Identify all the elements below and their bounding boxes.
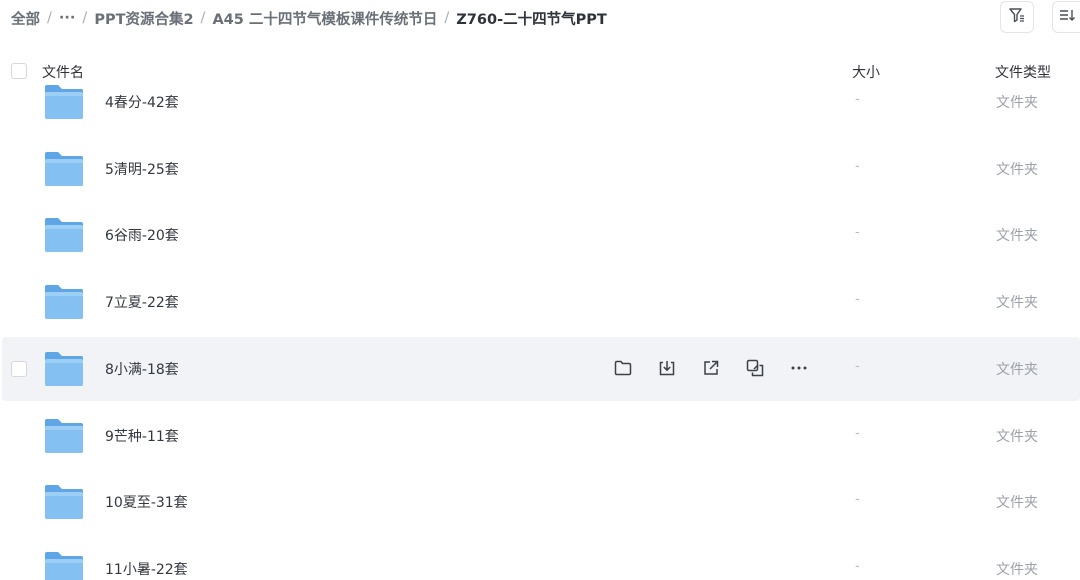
list-item[interactable]: 5清明-25套 - 文件夹 — [2, 137, 1080, 201]
file-size: - — [855, 92, 860, 107]
file-size: - — [855, 492, 860, 508]
folder-icon — [44, 483, 84, 521]
folder-icon — [44, 550, 84, 580]
file-size: - — [855, 292, 860, 308]
folder-icon — [44, 150, 84, 188]
list-item[interactable]: 4春分-42套 - 文件夹 — [2, 70, 1080, 134]
share-button[interactable] — [700, 357, 722, 379]
file-type: 文件夹 — [996, 161, 1038, 178]
breadcrumb-separator: / — [47, 10, 52, 26]
file-type: 文件夹 — [996, 428, 1038, 445]
open-folder-button[interactable] — [612, 357, 634, 379]
breadcrumb-item-a45[interactable]: A45 二十四节气模板课件传统节日 — [212, 8, 437, 29]
file-name[interactable]: 4春分-42套 — [105, 92, 179, 112]
file-name[interactable]: 11小暑-22套 — [105, 559, 188, 579]
file-name[interactable]: 10夏至-31套 — [105, 492, 188, 512]
file-list: 4春分-42套 - 文件夹 5清明-25套 - 文件夹 6谷雨-20套 - 文件夹 7立夏-22套… — [0, 70, 1080, 580]
breadcrumb-separator: / — [444, 10, 450, 26]
file-type: 文件夹 — [996, 228, 1038, 245]
file-size: - — [855, 358, 860, 374]
breadcrumb-item-current: Z760-二十四节气PPT — [456, 11, 607, 28]
download-button[interactable] — [656, 357, 678, 379]
breadcrumb-item-ellipsis[interactable]: ··· — [59, 10, 76, 26]
sort-list-icon — [1058, 6, 1076, 28]
sort-button[interactable] — [1052, 1, 1080, 33]
list-item[interactable]: 6谷雨-20套 - 文件夹 — [2, 203, 1080, 267]
folder-icon — [44, 83, 84, 121]
breadcrumb-item-ppt-collection[interactable]: PPT资源合集2 — [94, 8, 193, 29]
file-type: 文件夹 — [996, 361, 1038, 378]
breadcrumb-separator: / — [82, 10, 88, 26]
row-checkbox[interactable] — [11, 360, 27, 377]
file-type: 文件夹 — [996, 495, 1038, 512]
file-type: 文件夹 — [996, 95, 1038, 111]
list-item[interactable]: 7立夏-22套 - 文件夹 — [2, 270, 1080, 334]
file-size: - — [855, 558, 860, 574]
file-name[interactable]: 8小满-18套 — [105, 359, 179, 379]
list-item[interactable]: 11小暑-22套 - 文件夹 — [2, 537, 1080, 580]
copy-link-button[interactable] — [744, 357, 766, 379]
more-icon — [789, 358, 809, 378]
file-size: - — [855, 425, 860, 441]
file-name[interactable]: 5清明-25套 — [105, 159, 179, 179]
file-size: - — [855, 158, 860, 174]
list-item[interactable]: 8小满-18套 - 文件夹 — [2, 336, 1080, 401]
file-type: 文件夹 — [996, 295, 1038, 312]
file-type: 文件夹 — [996, 561, 1038, 578]
folder-icon — [44, 350, 84, 388]
filter-button[interactable] — [1000, 1, 1034, 33]
list-item[interactable]: 9芒种-11套 - 文件夹 — [2, 404, 1080, 468]
filter-icon — [1008, 6, 1026, 28]
folder-icon — [44, 417, 84, 455]
copy-link-icon — [745, 358, 765, 378]
file-size: - — [855, 225, 860, 241]
row-actions — [612, 357, 832, 379]
folder-icon — [44, 216, 84, 254]
download-icon — [657, 358, 677, 378]
file-name[interactable]: 6谷雨-20套 — [105, 225, 179, 245]
file-name[interactable]: 9芒种-11套 — [105, 426, 179, 446]
open-folder-icon — [613, 358, 633, 378]
share-icon — [701, 358, 721, 378]
file-name[interactable]: 7立夏-22套 — [105, 292, 179, 312]
breadcrumb: 全部 / ··· / PPT资源合集2 / A45 二十四节气模板课件传统节日 … — [11, 5, 607, 31]
breadcrumb-item-all[interactable]: 全部 — [11, 8, 40, 29]
more-button[interactable] — [788, 357, 810, 379]
breadcrumb-separator: / — [200, 10, 206, 26]
list-item[interactable]: 10夏至-31套 - 文件夹 — [2, 470, 1080, 534]
folder-icon — [44, 283, 84, 321]
